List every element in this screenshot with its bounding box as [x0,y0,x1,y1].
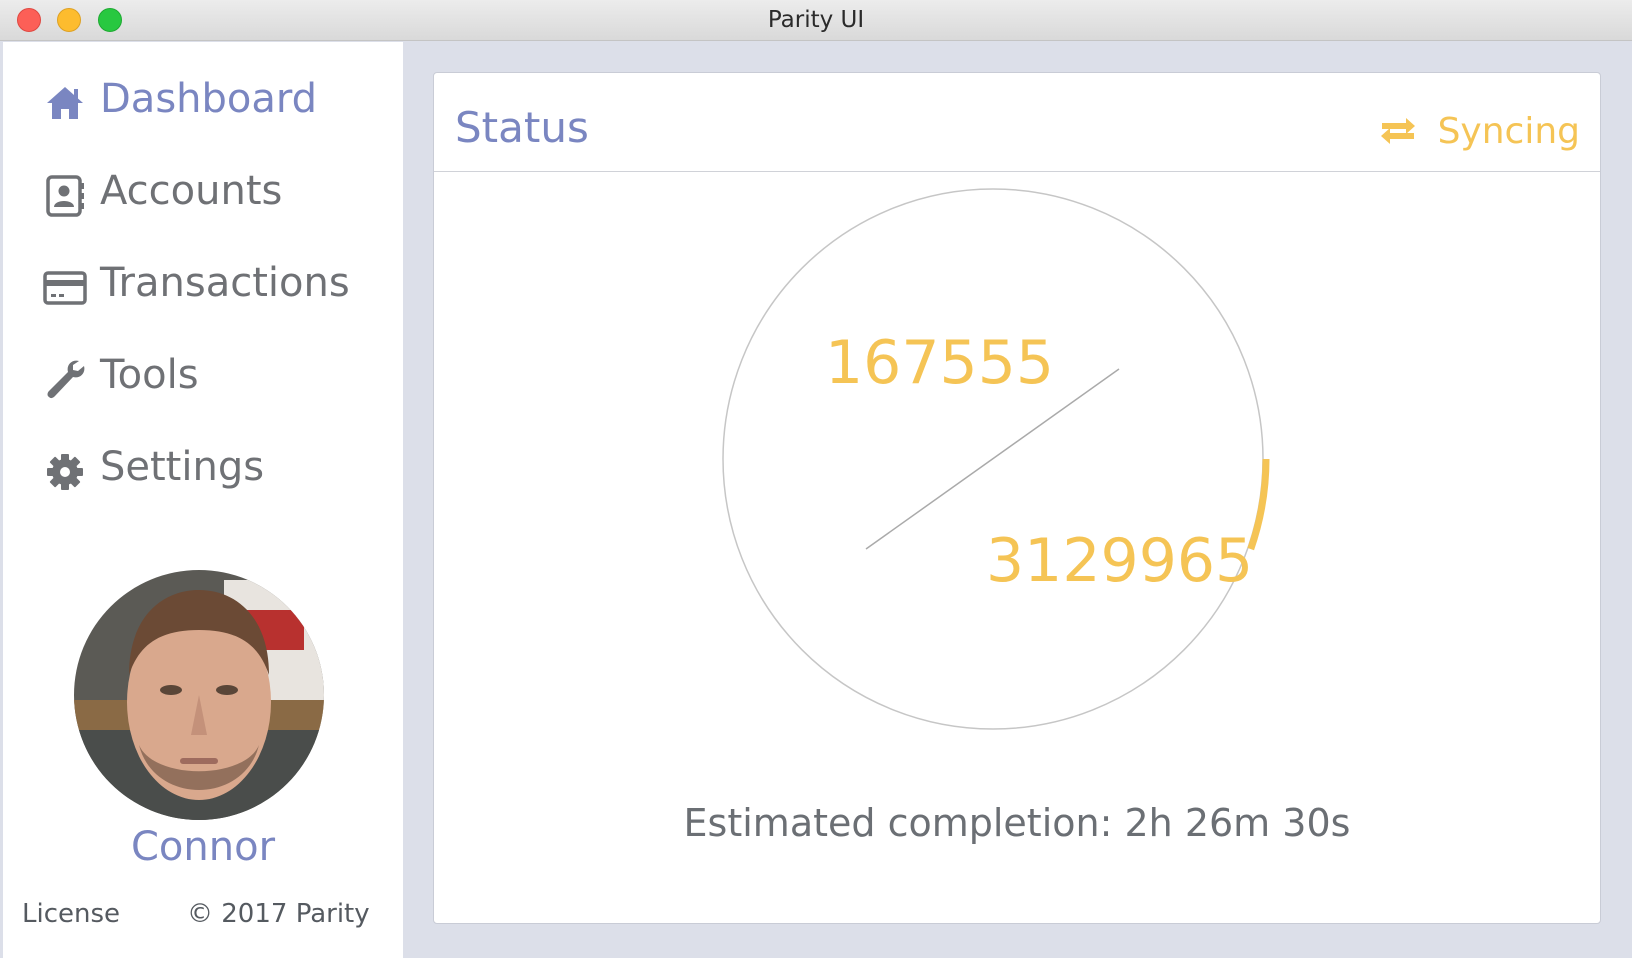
app-window: Parity UI Dashboard Accounts Transaction… [0,0,1632,958]
sidebar-item-label: Accounts [100,168,283,214]
sidebar-item-label: Transactions [100,260,350,306]
avatar[interactable] [74,570,324,820]
sidebar: Dashboard Accounts Transactions Tools Se… [3,42,403,958]
title-bar: Parity UI [0,0,1632,41]
eta-prefix: Estimated completion: [683,801,1125,845]
status-card: Status Syncing 167555 3129965 Estimated … [433,72,1601,924]
highest-block-number: 3129965 [986,526,1254,596]
gear-icon [47,454,83,490]
current-block-number: 167555 [825,328,1055,398]
sidebar-item-dashboard[interactable]: Dashboard [3,64,403,134]
sidebar-item-accounts[interactable]: Accounts [3,156,403,226]
card-title: Status [455,103,589,152]
status-card-header: Status Syncing [434,73,1600,172]
user-name: Connor [130,824,276,870]
sidebar-item-label: Tools [100,352,199,398]
sync-icon [1381,118,1415,144]
main-content: Status Syncing 167555 3129965 Estimated … [403,42,1632,958]
wrench-icon [47,360,85,399]
sync-progress-gauge: 167555 3129965 [434,171,1602,771]
copyright-text: © 2017 Parity [187,899,370,929]
sidebar-item-tools[interactable]: Tools [3,340,403,410]
eta-value: 2h 26m 30s [1124,801,1351,845]
sidebar-item-settings[interactable]: Settings [3,432,403,502]
sidebar-item-transactions[interactable]: Transactions [3,248,403,318]
contact-card-icon [46,175,84,217]
estimated-completion: Estimated completion: 2h 26m 30s [434,801,1600,845]
credit-card-icon [43,271,87,305]
user-photo [74,570,324,820]
sidebar-item-label: Settings [100,444,265,490]
sync-status-label: Syncing [1437,111,1580,152]
sidebar-item-label: Dashboard [100,76,318,122]
home-icon [47,87,83,119]
sync-progress-ring [722,188,1270,730]
window-title: Parity UI [767,7,865,33]
license-link[interactable]: License [22,899,120,929]
